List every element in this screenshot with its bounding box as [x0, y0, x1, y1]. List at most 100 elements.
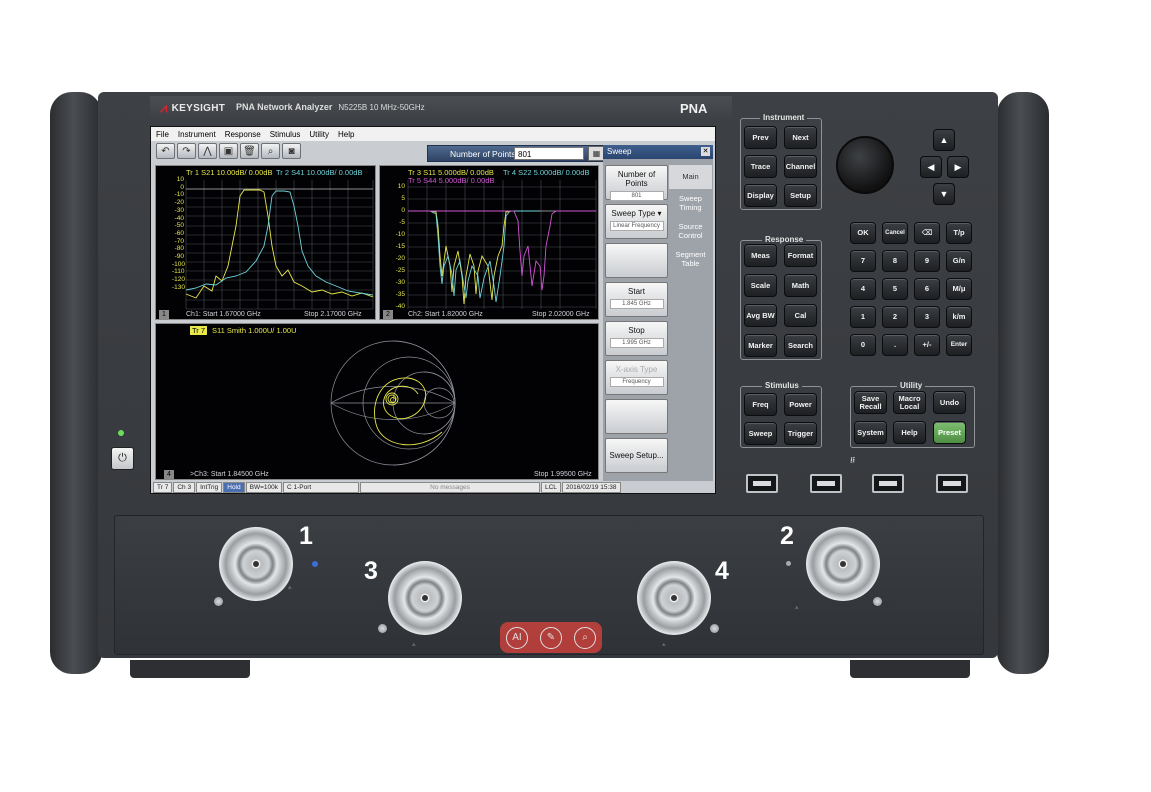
tab-main[interactable]: Main: [669, 165, 712, 189]
status-channel[interactable]: Ch 3: [173, 482, 196, 493]
marker-key[interactable]: Marker: [744, 334, 777, 357]
key-3[interactable]: 3: [914, 306, 940, 328]
camera-icon[interactable]: ◙: [282, 143, 301, 159]
macro-local-key[interactable]: Macro Local: [893, 391, 926, 414]
next-key[interactable]: Next: [784, 126, 817, 149]
softkey-stop[interactable]: Stop 1.995 GHz: [605, 321, 668, 356]
undo-key[interactable]: Undo: [933, 391, 966, 414]
menu-utility[interactable]: Utility: [309, 130, 329, 139]
softkey-number-of-points[interactable]: Number of Points 801: [605, 165, 668, 201]
port-3-connector[interactable]: [388, 561, 462, 635]
usb-port[interactable]: [746, 474, 778, 493]
key-7[interactable]: 7: [850, 250, 876, 272]
decimal-key[interactable]: .: [882, 334, 908, 356]
m-u-key[interactable]: M/μ: [946, 278, 972, 300]
cal-key[interactable]: Cal: [784, 304, 817, 327]
undo-icon[interactable]: ↶: [156, 143, 175, 159]
ok-key[interactable]: OK: [850, 222, 876, 244]
key-0[interactable]: 0: [850, 334, 876, 356]
scale-key[interactable]: Scale: [744, 274, 777, 297]
preset-key[interactable]: Preset: [933, 421, 966, 444]
avg-bw-key[interactable]: Avg BW: [744, 304, 777, 327]
ai-icon[interactable]: AI: [506, 626, 528, 649]
arrow-left-icon[interactable]: ◀: [920, 156, 942, 178]
k-m-key[interactable]: k/m: [946, 306, 972, 328]
status-bandwidth[interactable]: BW=100k: [245, 482, 282, 493]
key-8[interactable]: 8: [882, 250, 908, 272]
key-5[interactable]: 5: [882, 278, 908, 300]
tab-segment-table[interactable]: Segment Table: [669, 247, 712, 271]
prev-key[interactable]: Prev: [744, 126, 777, 149]
meas-key[interactable]: Meas: [744, 244, 777, 267]
status-calibration[interactable]: C 1-Port: [283, 482, 359, 493]
port-4-connector[interactable]: [637, 561, 711, 635]
arrow-up-icon[interactable]: ▲: [933, 129, 955, 151]
usb-port[interactable]: [936, 474, 968, 493]
delete-icon[interactable]: 🗑: [240, 143, 259, 159]
close-icon[interactable]: ✕: [701, 147, 710, 156]
save-recall-key[interactable]: Save Recall: [854, 391, 887, 414]
math-key[interactable]: Math: [784, 274, 817, 297]
key-1[interactable]: 1: [850, 306, 876, 328]
sweep-key[interactable]: Sweep: [744, 422, 777, 445]
t-p-key[interactable]: T/p: [946, 222, 972, 244]
trace-label-tr5[interactable]: Tr 5 S44 5.000dB/ 0.00dB: [408, 176, 494, 185]
menu-response[interactable]: Response: [225, 130, 261, 139]
softkey-start[interactable]: Start 1.845 GHz: [605, 282, 668, 317]
display-key[interactable]: Display: [744, 184, 777, 207]
ai-overlay-bar[interactable]: AI ✎ ⌕: [500, 622, 602, 653]
key-9[interactable]: 9: [914, 250, 940, 272]
format-key[interactable]: Format: [784, 244, 817, 267]
usb-port[interactable]: [872, 474, 904, 493]
setup-key[interactable]: Setup: [784, 184, 817, 207]
freq-key[interactable]: Freq: [744, 393, 777, 416]
arrow-right-icon[interactable]: ▶: [947, 156, 969, 178]
power-key[interactable]: Power: [784, 393, 817, 416]
search-key[interactable]: Search: [784, 334, 817, 357]
tab-source-control[interactable]: Source Control: [669, 219, 712, 243]
softkey-x-axis-type[interactable]: X-axis Type Frequency: [605, 360, 668, 395]
tab-sweep-timing[interactable]: Sweep Timing: [669, 191, 712, 215]
measurement-window-2[interactable]: Tr 3 S11 5.000dB/ 0.00dB Tr 4 S22 5.000d…: [379, 165, 599, 320]
search-icon[interactable]: ⌕: [574, 626, 596, 649]
key-6[interactable]: 6: [914, 278, 940, 300]
trace-key[interactable]: Trace: [744, 155, 777, 178]
trace-icon[interactable]: ⋀: [198, 143, 217, 159]
menu-stimulus[interactable]: Stimulus: [270, 130, 301, 139]
system-key[interactable]: System: [854, 421, 887, 444]
channel-key[interactable]: Channel: [784, 155, 817, 178]
rotary-knob[interactable]: [836, 136, 894, 194]
softkey-sweep-setup[interactable]: Sweep Setup...: [605, 438, 668, 473]
cancel-key[interactable]: Cancel: [882, 222, 908, 244]
number-of-points-input[interactable]: 801: [514, 147, 584, 160]
menu-help[interactable]: Help: [338, 130, 354, 139]
key-4[interactable]: 4: [850, 278, 876, 300]
g-n-key[interactable]: G/n: [946, 250, 972, 272]
help-key[interactable]: Help: [893, 421, 926, 444]
measurement-window-4[interactable]: Tr 7 S11 Smith 1.000U/ 1.00U 4 >Ch3: Sta…: [155, 323, 599, 480]
power-icon[interactable]: ⏻: [111, 447, 134, 470]
backspace-icon[interactable]: ⌫: [914, 222, 940, 244]
status-trace[interactable]: Tr 7: [153, 482, 173, 493]
usb-port[interactable]: [810, 474, 842, 493]
menu-file[interactable]: File: [156, 130, 169, 139]
softkey-blank[interactable]: [605, 399, 668, 434]
trigger-key[interactable]: Trigger: [784, 422, 817, 445]
key-2[interactable]: 2: [882, 306, 908, 328]
arrow-down-icon[interactable]: ▼: [933, 183, 955, 205]
softkey-blank[interactable]: [605, 243, 668, 278]
trace-label-tr1[interactable]: Tr 1 S21 10.00dB/ 0.00dB: [186, 168, 272, 177]
trace-label-smith[interactable]: S11 Smith 1.000U/ 1.00U: [212, 326, 297, 335]
enter-key[interactable]: Enter: [946, 334, 972, 356]
softkey-sweep-type[interactable]: Sweep Type ▾ Linear Frequency: [605, 204, 668, 239]
trace-label-tr7[interactable]: Tr 7: [190, 326, 208, 335]
zoom-icon[interactable]: ⌕: [261, 143, 280, 159]
marker-icon[interactable]: ▣: [219, 143, 238, 159]
status-trigger[interactable]: IntTrig: [196, 482, 223, 493]
trace-label-tr2[interactable]: Tr 2 S41 10.00dB/ 0.00dB: [276, 168, 362, 177]
port-1-connector[interactable]: [219, 527, 293, 601]
redo-icon[interactable]: ↷: [177, 143, 196, 159]
magic-edit-icon[interactable]: ✎: [540, 626, 562, 649]
port-2-connector[interactable]: [806, 527, 880, 601]
trace-label-tr4[interactable]: Tr 4 S22 5.000dB/ 0.00dB: [503, 168, 589, 177]
